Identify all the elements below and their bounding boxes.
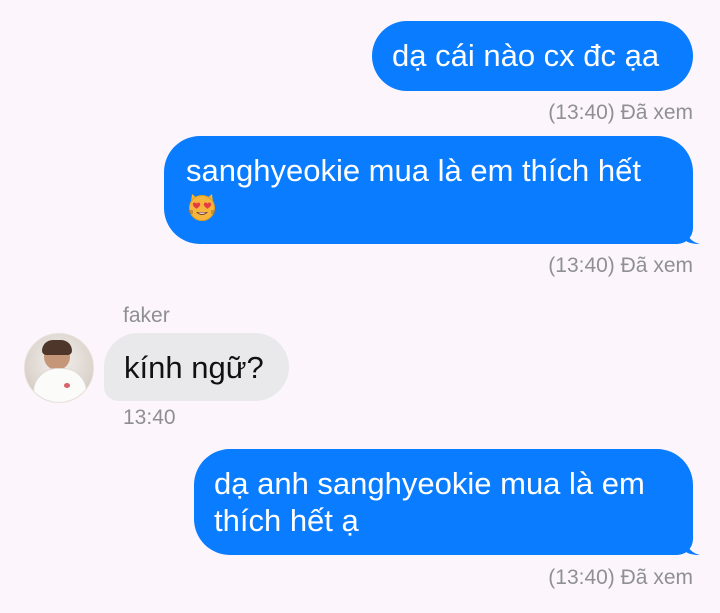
outgoing-message-2[interactable]: sanghyeokie mua là em thích hết: [164, 136, 693, 244]
incoming-message[interactable]: kính ngữ?: [104, 333, 289, 401]
message-text: dạ cái nào cx đc ạa: [392, 38, 660, 73]
seen-status-1: (13:40) Đã xem: [548, 101, 693, 124]
outgoing-bubble-tail-2: [686, 230, 700, 244]
sender-name: faker: [123, 304, 170, 327]
avatar-shirt: [33, 368, 87, 402]
emoji-line: [186, 189, 671, 227]
seen-status-3: (13:40) Đã xem: [548, 566, 693, 589]
message-text-line-1: dạ anh sanghyeokie mua là em: [214, 466, 645, 501]
outgoing-message-3[interactable]: dạ anh sanghyeokie mua là em thích hết ạ: [194, 449, 693, 555]
clipped-status-fragment: ••••: [128, 0, 182, 4]
avatar-hair: [42, 340, 72, 355]
cat-heart-eyes-emoji: [186, 191, 218, 223]
seen-status-2: (13:40) Đã xem: [548, 254, 693, 277]
avatar-logo: [64, 383, 70, 388]
message-text: kính ngữ?: [124, 350, 264, 385]
avatar[interactable]: [24, 333, 94, 403]
outgoing-bubble-tail-3: [686, 541, 700, 555]
incoming-timestamp: 13:40: [123, 406, 176, 429]
message-text: sanghyeokie mua là em thích hết: [186, 153, 641, 188]
message-text-line-2: thích hết ạ: [214, 503, 359, 538]
outgoing-message-1[interactable]: dạ cái nào cx đc ạa: [372, 21, 693, 91]
